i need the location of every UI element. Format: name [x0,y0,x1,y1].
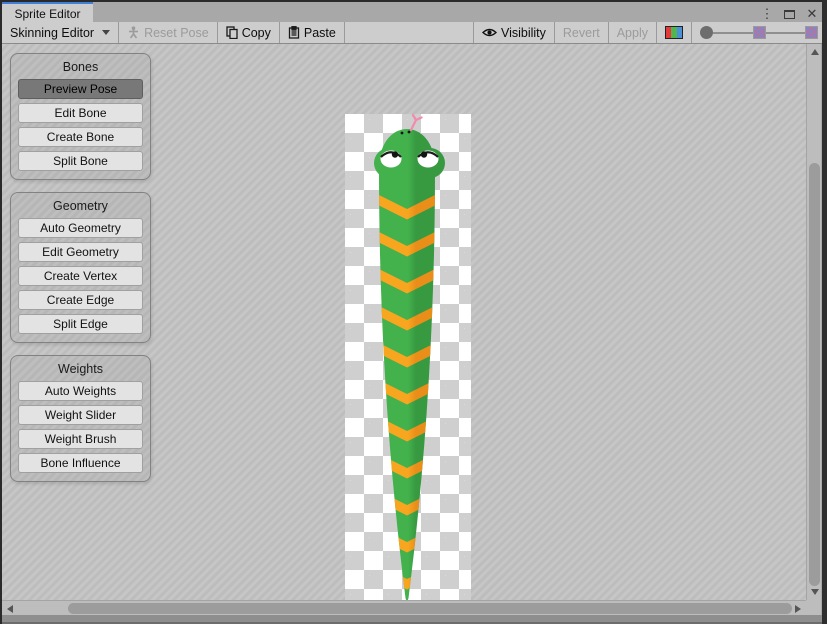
close-icon[interactable]: ✕ [805,7,819,21]
copy-icon [226,26,238,39]
bones-panel: Bones Preview Pose Edit Bone Create Bone… [10,53,151,180]
tab-title: Sprite Editor [14,7,80,21]
bone-influence-button[interactable]: Bone Influence [18,453,143,473]
slider-track[interactable] [713,32,753,34]
split-bone-button[interactable]: Split Bone [18,151,143,171]
edit-bone-button[interactable]: Edit Bone [18,103,143,123]
geometry-buttons: Auto Geometry Edit Geometry Create Verte… [11,218,150,342]
horizontal-scrollbar[interactable] [2,600,806,615]
tab-sprite-editor[interactable]: Sprite Editor [2,2,93,24]
eye-icon [482,27,497,38]
window-menu-icon[interactable]: ⋮ [760,7,774,21]
skinning-editor-dropdown[interactable]: Skinning Editor [2,22,118,43]
scrollbar-corner [806,600,821,615]
weights-panel-title: Weights [11,356,150,381]
snake-nostril [401,132,404,135]
preview-pose-button[interactable]: Preview Pose [18,79,143,99]
opacity-slider[interactable] [692,22,822,43]
paste-button[interactable]: Paste [280,22,344,43]
window-left-edge [0,0,2,624]
toolbar-right-group: Visibility Revert Apply [473,22,822,43]
scroll-down-icon[interactable] [811,589,819,595]
rgb-swatch-icon [665,26,683,39]
auto-geometry-button[interactable]: Auto Geometry [18,218,143,238]
reset-pose-button[interactable]: Reset Pose [119,22,217,43]
create-vertex-button[interactable]: Create Vertex [18,266,143,286]
visibility-button[interactable]: Visibility [474,22,554,43]
texture-handle-icon[interactable] [753,26,766,39]
create-bone-button[interactable]: Create Bone [18,127,143,147]
snake-left-pupil [392,151,398,157]
snake-nostril [408,131,411,134]
weights-buttons: Auto Weights Weight Slider Weight Brush … [11,381,150,481]
texture-handle-icon[interactable] [805,26,818,39]
window-bottom-edge [0,615,827,624]
scroll-up-icon[interactable] [811,49,819,55]
bones-panel-title: Bones [11,54,150,79]
pose-figure-icon [127,26,140,39]
scroll-left-icon[interactable] [7,605,13,613]
slider-knob[interactable] [700,26,713,39]
window-controls: ⋮ ✕ [760,4,819,24]
maximize-icon[interactable] [784,10,795,19]
snake-sprite [345,114,471,619]
scroll-right-icon[interactable] [795,605,801,613]
vertical-scrollbar-thumb[interactable] [809,163,820,586]
revert-button[interactable]: Revert [555,22,608,43]
edit-geometry-button[interactable]: Edit Geometry [18,242,143,262]
bones-buttons: Preview Pose Edit Bone Create Bone Split… [11,79,150,179]
copy-button[interactable]: Copy [218,22,279,43]
vertical-scrollbar[interactable] [806,44,821,600]
geometry-panel: Geometry Auto Geometry Edit Geometry Cre… [10,192,151,343]
geometry-panel-title: Geometry [11,193,150,218]
auto-weights-button[interactable]: Auto Weights [18,381,143,401]
slider-track[interactable] [766,32,806,34]
apply-button[interactable]: Apply [609,22,656,43]
sprite-texture-area[interactable] [345,114,471,619]
horizontal-scrollbar-thumb[interactable] [68,603,792,614]
toolbar: Skinning Editor Reset Pose Copy Paste [2,22,822,44]
sprite-color-swatch-button[interactable] [657,22,691,43]
toolbar-separator [344,22,345,43]
create-edge-button[interactable]: Create Edge [18,290,143,310]
weight-slider-button[interactable]: Weight Slider [18,405,143,425]
split-edge-button[interactable]: Split Edge [18,314,143,334]
weights-panel: Weights Auto Weights Weight Slider Weigh… [10,355,151,482]
chevron-down-icon [102,30,110,35]
weight-brush-button[interactable]: Weight Brush [18,429,143,449]
paste-icon [288,26,300,39]
title-bar: Sprite Editor ⋮ ✕ [0,0,827,22]
snake-right-pupil [421,151,427,157]
snake-tongue [411,115,422,130]
window-right-edge [822,0,827,624]
sprite-editor-window: Sprite Editor ⋮ ✕ Skinning Editor Reset … [0,0,827,624]
